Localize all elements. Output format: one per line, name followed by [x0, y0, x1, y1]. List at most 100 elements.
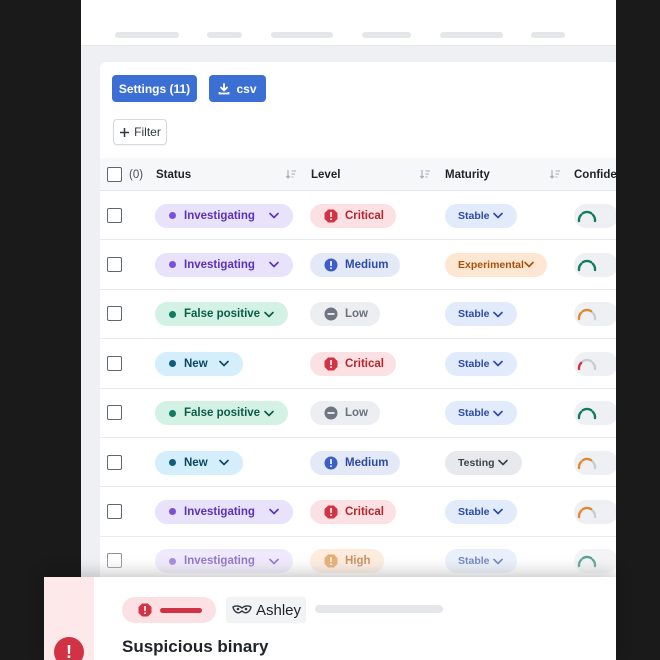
level-badge: Low — [310, 401, 380, 426]
column-header-level[interactable]: Level — [311, 158, 340, 191]
status-dot — [169, 212, 176, 219]
chevron-down-icon — [493, 311, 503, 318]
alert-title: Suspicious binary — [122, 637, 269, 656]
row-checkbox[interactable] — [107, 454, 122, 470]
sort-icon[interactable] — [285, 168, 297, 180]
row-checkbox[interactable] — [107, 306, 122, 322]
maturity-label: Stable — [458, 357, 490, 370]
column-header-maturity[interactable]: Maturity — [445, 158, 490, 191]
confidence-indicator — [574, 401, 616, 426]
severity-skeleton-bar — [160, 607, 202, 613]
confidence-gauge-icon — [577, 210, 597, 222]
status-dropdown[interactable]: False positive — [155, 401, 288, 426]
level-label: Medium — [345, 258, 389, 271]
maturity-label: Stable — [458, 209, 490, 222]
confidence-gauge-icon — [577, 309, 597, 321]
chevron-down-icon — [219, 459, 229, 466]
main-panel: Settings (11) csv Filter (0) Status Leve… — [81, 46, 616, 660]
chevron-down-icon — [493, 212, 503, 219]
maturity-dropdown[interactable]: Experimental — [445, 252, 547, 277]
level-badge: Critical — [310, 203, 396, 228]
table-row[interactable]: New Medium Testing — [100, 438, 616, 488]
maturity-label: Experimental — [458, 258, 524, 271]
skeleton-bar — [531, 32, 565, 38]
confidence-gauge-icon — [577, 358, 597, 370]
maturity-dropdown[interactable]: Testing — [445, 450, 522, 475]
chevron-down-icon — [264, 410, 274, 416]
status-label: Investigating — [184, 505, 255, 518]
status-dot — [169, 508, 176, 516]
status-dropdown[interactable]: Investigating — [155, 203, 293, 228]
confidence-gauge-icon — [577, 556, 597, 568]
alert-user-name: Ashley — [256, 601, 302, 619]
confidence-indicator — [574, 252, 616, 277]
table-row[interactable]: Investigating Medium Experimental — [100, 240, 616, 290]
status-label: False positive — [184, 407, 261, 420]
table-row[interactable]: False positive Low Stable — [100, 389, 616, 438]
sort-icon[interactable] — [419, 168, 431, 180]
selected-count: (0) — [129, 168, 144, 181]
maturity-label: Stable — [458, 407, 490, 420]
plus-icon — [120, 127, 130, 137]
confidence-gauge-icon — [577, 457, 597, 469]
row-checkbox[interactable] — [107, 207, 122, 223]
maturity-dropdown[interactable]: Stable — [445, 499, 517, 524]
row-checkbox[interactable] — [107, 405, 122, 421]
status-dropdown[interactable]: Investigating — [155, 499, 293, 524]
chevron-down-icon — [498, 459, 508, 466]
status-dropdown[interactable]: New — [155, 450, 243, 475]
column-header-status[interactable]: Status — [156, 158, 191, 191]
alert-detail-panel[interactable]: ! Ashley Suspicious binary — [44, 577, 616, 660]
status-dropdown[interactable]: False positive — [155, 302, 288, 327]
table-row[interactable]: False positive Low Stable — [100, 290, 616, 340]
column-header-confidence[interactable]: Confider — [574, 158, 616, 191]
skeleton-bar — [115, 32, 179, 38]
table-row[interactable]: Investigating Critical Stable — [100, 191, 616, 241]
skeleton-bar — [315, 605, 443, 613]
status-dot — [169, 557, 176, 565]
confidence-gauge-icon — [577, 259, 597, 272]
chevron-down-icon — [493, 410, 503, 416]
chevron-down-icon — [269, 262, 279, 268]
filter-button[interactable]: Filter — [113, 119, 167, 145]
alert-severity-badge — [122, 597, 216, 623]
select-all-checkbox[interactable] — [107, 167, 122, 182]
chevron-down-icon — [524, 262, 534, 268]
settings-button-label: Settings (11) — [118, 81, 191, 96]
level-label: Critical — [345, 209, 384, 222]
level-badge: Low — [310, 302, 380, 327]
status-dropdown[interactable]: New — [155, 351, 243, 376]
chevron-down-icon — [269, 509, 279, 515]
table-header: (0) Status Level Maturity Confider — [100, 158, 616, 191]
maturity-dropdown[interactable]: Stable — [445, 302, 517, 327]
table-row[interactable]: Investigating Critical Stable — [100, 487, 616, 537]
status-dot — [169, 459, 176, 466]
status-dot — [169, 409, 176, 417]
row-checkbox[interactable] — [107, 256, 122, 272]
export-csv-button[interactable]: csv — [209, 75, 266, 102]
level-label: Low — [345, 308, 368, 321]
level-label: Critical — [345, 357, 384, 370]
confidence-indicator — [574, 203, 616, 228]
table-row[interactable]: New Critical Stable — [100, 339, 616, 389]
confidence-indicator — [574, 450, 616, 475]
maturity-dropdown[interactable]: Stable — [445, 549, 517, 574]
octagon-alert-icon — [324, 554, 338, 568]
maturity-dropdown[interactable]: Stable — [445, 203, 517, 228]
maturity-label: Stable — [458, 308, 490, 321]
confidence-indicator — [574, 302, 616, 327]
row-checkbox[interactable] — [107, 355, 122, 371]
status-dropdown[interactable]: Investigating — [155, 549, 293, 574]
level-label: Medium — [345, 456, 389, 469]
status-dropdown[interactable]: Investigating — [155, 252, 293, 277]
level-badge: Critical — [310, 499, 396, 524]
alert-user-chip[interactable]: Ashley — [226, 597, 306, 623]
incognito-mask-icon — [232, 605, 252, 614]
maturity-dropdown[interactable]: Stable — [445, 351, 517, 376]
maturity-dropdown[interactable]: Stable — [445, 401, 517, 426]
settings-button[interactable]: Settings (11) — [112, 75, 197, 102]
row-checkbox[interactable] — [107, 503, 122, 519]
row-checkbox[interactable] — [107, 553, 122, 569]
level-badge: Critical — [310, 351, 396, 376]
sort-icon[interactable] — [549, 168, 561, 180]
